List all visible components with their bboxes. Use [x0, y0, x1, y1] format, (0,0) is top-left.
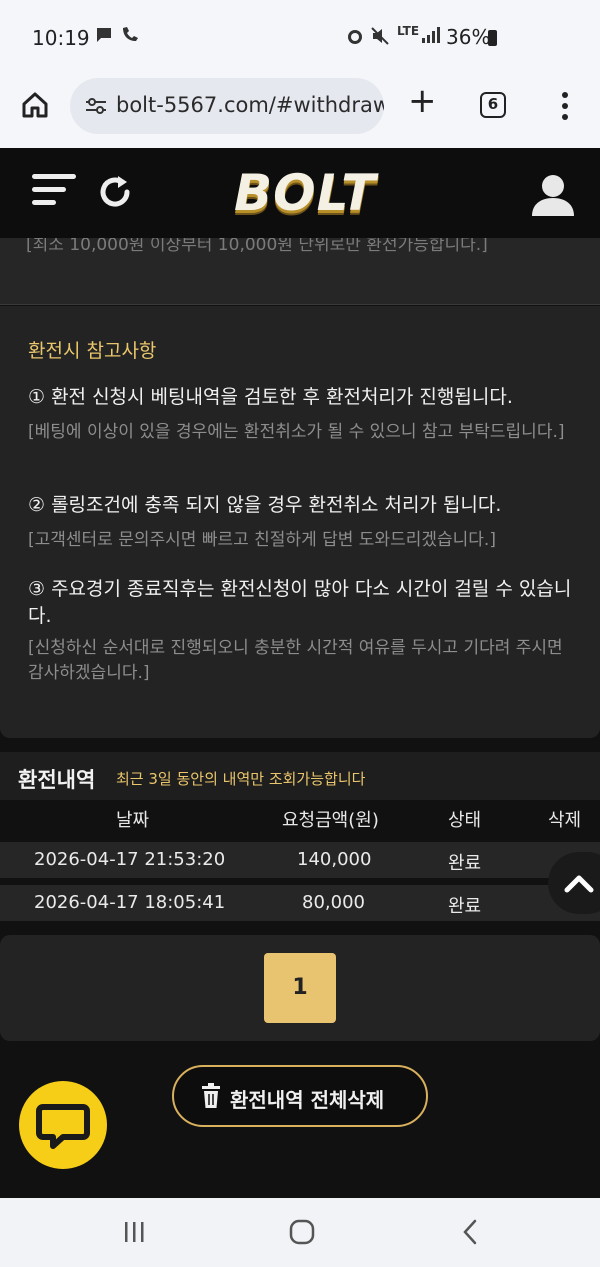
notes-title: 환전시 참고사항	[28, 340, 157, 362]
refresh-icon[interactable]	[96, 172, 134, 212]
home-icon[interactable]	[20, 90, 50, 120]
back-icon[interactable]	[460, 1218, 480, 1246]
home-nav-icon[interactable]	[289, 1219, 315, 1245]
delete-all-label: 환전내역 전체삭제	[230, 1088, 385, 1112]
battery-icon	[488, 30, 497, 46]
chevron-up-icon	[564, 875, 594, 893]
browser-toolbar: bolt-5567.com/#withdraw + 6	[0, 70, 600, 148]
note-2-sub: [고객센터로 문의주시면 빠르고 친절하게 답변 도와드리겠습니다.]	[28, 530, 496, 550]
mute-icon	[370, 26, 390, 51]
delete-all-history-button[interactable]: 환전내역 전체삭제	[172, 1065, 428, 1127]
row-date: 2026-04-17 18:05:41	[34, 892, 226, 913]
note-3-main: ③ 주요경기 종료직후는 환전신청이 많아 다소 시간이 걸릴 수 있습니다.	[28, 578, 572, 627]
pagination: 1	[0, 935, 600, 1041]
wifi-call-icon	[120, 26, 142, 49]
hamburger-menu-icon[interactable]	[32, 174, 76, 213]
site-header: BOLT	[0, 148, 600, 239]
history-header: 환전내역 최근 3일 동안의 내역만 조회가능합니다	[0, 752, 600, 800]
user-icon[interactable]	[530, 172, 576, 218]
note-3-sub: [신청하신 순서대로 진행되오니 충분한 시간적 여유를 두시고 기다려 주시면…	[28, 638, 563, 683]
signal-icon	[420, 26, 440, 49]
chat-icon	[36, 1104, 90, 1149]
recent-apps-icon[interactable]	[122, 1220, 146, 1244]
col-date: 날짜	[116, 810, 150, 831]
row-date: 2026-04-17 21:53:20	[34, 849, 226, 870]
site-settings-icon[interactable]	[84, 96, 108, 116]
address-bar[interactable]: bolt-5567.com/#withdraw	[70, 78, 384, 134]
row-amount: 80,000	[302, 892, 365, 913]
chat-button[interactable]	[19, 1081, 107, 1169]
tab-switcher-button[interactable]: 6	[480, 92, 506, 118]
col-delete: 삭제	[548, 810, 582, 831]
withdraw-notes-panel: 환전시 참고사항 ① 환전 신청시 베팅내역을 검토한 후 환전처리가 진행됩니…	[0, 306, 600, 738]
history-title: 환전내역	[18, 768, 96, 792]
col-status: 상태	[448, 810, 482, 831]
note-1-sub: [베팅에 이상이 있을 경우에는 환전취소가 될 수 있으니 참고 부탁드립니다…	[28, 422, 565, 442]
page-1-button[interactable]: 1	[264, 953, 336, 1023]
table-row: 2026-04-17 18:05:41 80,000 완료	[0, 885, 600, 921]
col-amount: 요청금액(원)	[282, 810, 379, 831]
lte-icon: LTE	[397, 24, 420, 38]
history-table-header: 날짜 요청금액(원) 상태 삭제	[0, 800, 600, 834]
min-amount-note: [최소 10,000원 이상부터 10,000원 단위로만 환전가능합니다.]	[26, 238, 488, 255]
system-nav-bar	[0, 1198, 600, 1267]
row-amount: 140,000	[297, 849, 372, 870]
withdraw-info-panel: [최소 10,000원 이상부터 10,000원 단위로만 환전가능합니다.]	[0, 238, 600, 305]
note-2-main: ② 롤링조건에 충족 되지 않을 경우 환전취소 처리가 됩니다.	[28, 494, 502, 516]
row-status: 완료	[448, 896, 482, 917]
site-logo[interactable]: BOLT	[234, 164, 376, 222]
battery-level: 36%	[446, 25, 491, 49]
more-menu-icon[interactable]	[562, 92, 568, 125]
row-status: 완료	[448, 853, 482, 874]
message-icon	[95, 26, 113, 49]
status-bar: 10:19 LTE 36%	[0, 0, 600, 70]
history-note: 최근 3일 동안의 내역만 조회가능합니다	[116, 770, 366, 788]
alarm-icon	[345, 26, 365, 51]
url-text: bolt-5567.com/#withdraw	[116, 93, 384, 117]
scroll-top-button[interactable]	[548, 852, 600, 914]
trash-icon	[200, 1083, 222, 1109]
new-tab-button[interactable]: +	[408, 84, 437, 118]
table-row: 2026-04-17 21:53:20 140,000 완료	[0, 842, 600, 878]
note-1-main: ① 환전 신청시 베팅내역을 검토한 후 환전처리가 진행됩니다.	[28, 386, 513, 408]
status-time: 10:19	[32, 26, 90, 50]
